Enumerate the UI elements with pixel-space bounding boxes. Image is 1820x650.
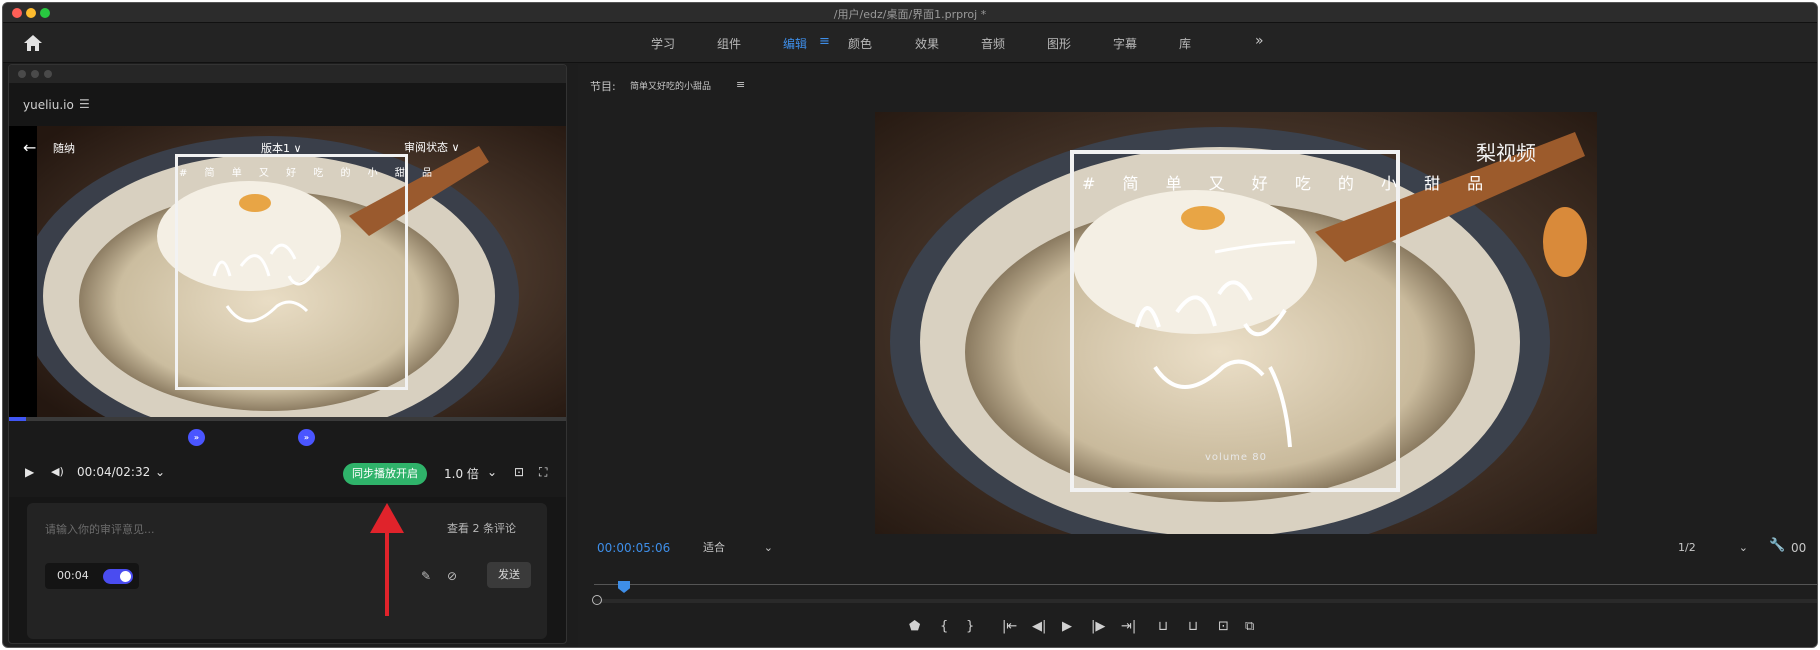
timestamp-toggle[interactable] <box>103 569 133 584</box>
panel-dot[interactable] <box>44 70 52 78</box>
playhead-icon[interactable] <box>618 581 630 593</box>
review-video-player[interactable]: ← 随纳 版本1 ∨ 审阅状态 ∨ # 简 单 又 好 吃 的 小 甜 品 <box>9 126 566 417</box>
player-timecode: 00:04/02:32 <box>77 465 151 479</box>
playback-speed[interactable]: 1.0 倍 <box>444 465 479 482</box>
panel-dot[interactable] <box>31 70 39 78</box>
window-title: /用户/edz/桌面/界面1.prproj * <box>833 8 987 21</box>
play-icon[interactable]: ▶ <box>1062 619 1072 634</box>
sync-playback-button[interactable]: 同步播放开启 <box>343 463 427 485</box>
watermark-logo: 梨视频 <box>1476 141 1536 165</box>
comment-marker[interactable]: » <box>298 429 315 446</box>
review-status-dropdown[interactable]: 审阅状态 ∨ <box>404 139 460 155</box>
workspace-tab-learn[interactable]: 学习 <box>651 35 675 52</box>
zoom-scroll-bar[interactable] <box>594 599 1817 603</box>
comment-marker[interactable]: » <box>188 429 205 446</box>
mark-in-icon[interactable]: { <box>940 619 948 634</box>
attachment-icon[interactable]: ⊘ <box>447 569 457 583</box>
panel-dot[interactable] <box>18 70 26 78</box>
review-panel: yueliu.io ☰ ← 随纳 版本1 ∨ 审阅状态 ∨ # 简 单 又 好 … <box>8 64 567 644</box>
workspace-tab-libraries[interactable]: 库 <box>1179 35 1191 52</box>
workspace-menu-icon[interactable]: ≡ <box>819 34 830 49</box>
program-monitor-title: 节目: <box>590 80 616 93</box>
time-ruler[interactable] <box>594 578 1817 590</box>
video-caption: # 简 单 又 好 吃 的 小 甜 品 <box>1082 174 1495 193</box>
chevron-down-icon[interactable]: ⌄ <box>487 465 497 479</box>
add-marker-icon[interactable]: ⬟ <box>909 619 920 634</box>
zoom-fit-value: 适合 <box>703 541 725 554</box>
step-back-icon[interactable]: ◀| <box>1032 619 1046 634</box>
player-controls: ▶ ◀) 00:04/02:32 ⌄ 同步播放开启 1.0 倍 ⌄ ⊡ ⛶ <box>9 453 566 497</box>
wrench-icon[interactable]: 🔧 <box>1769 538 1785 553</box>
send-button[interactable]: 发送 <box>487 562 531 588</box>
zoom-handle[interactable] <box>592 595 602 605</box>
site-name: yueliu.io <box>23 98 74 112</box>
chevron-down-icon: ⌄ <box>763 541 773 554</box>
resolution-dropdown[interactable]: 1/2 ⌄ <box>1672 538 1754 558</box>
zoom-fit-dropdown[interactable]: 适合 ⌄ <box>697 538 779 558</box>
go-to-in-icon[interactable]: |⇤ <box>1002 619 1017 634</box>
program-video-frame[interactable]: # 简 单 又 好 吃 的 小 甜 品 volume 80 梨视频 <box>875 112 1597 534</box>
play-icon[interactable]: ▶ <box>25 465 34 479</box>
chevron-down-icon: ⌄ <box>1738 541 1748 554</box>
chevron-down-icon[interactable]: ⌄ <box>155 465 165 479</box>
extract-icon[interactable]: ⊔ <box>1188 619 1198 634</box>
workspace-bar: 学习 组件 编辑 ≡ 颜色 效果 音频 图形 字幕 库 » <box>3 23 1817 63</box>
fullscreen-icon[interactable]: ⛶ <box>539 465 547 480</box>
home-icon[interactable] <box>21 32 45 54</box>
duration-timecode: 00 <box>1791 541 1807 555</box>
site-menu-icon[interactable]: ☰ <box>79 97 90 111</box>
volume-icon[interactable]: ◀) <box>51 465 64 478</box>
step-forward-icon[interactable]: |▶ <box>1091 619 1105 634</box>
panel-menu-icon[interactable]: ≡ <box>736 78 745 91</box>
resolution-value: 1/2 <box>1678 541 1696 554</box>
comment-input[interactable]: 请输入你的审评意见... <box>45 521 155 537</box>
go-to-out-icon[interactable]: ⇥| <box>1121 619 1136 634</box>
sequence-name[interactable]: 简单又好吃的小甜品 <box>630 79 711 92</box>
program-monitor: 节目: 简单又好吃的小甜品 ≡ # 简 单 又 好 吃 的 小 甜 品 volu… <box>578 64 1817 647</box>
comment-markers-track: » » <box>9 421 566 453</box>
video-caption: # 简 单 又 好 吃 的 小 甜 品 <box>179 168 439 179</box>
comment-timestamp: 00:04 <box>57 569 89 582</box>
ruler-line <box>594 584 1817 585</box>
fit-screen-icon[interactable]: ⊡ <box>514 465 524 479</box>
comment-time-field: 00:04 <box>45 563 139 589</box>
export-frame-icon[interactable]: ⊡ <box>1218 619 1229 634</box>
lift-icon[interactable]: ⊔ <box>1158 619 1168 634</box>
annotation-arrow <box>385 530 389 616</box>
panel-window-bar <box>9 65 566 83</box>
annotation-arrow-head <box>370 503 404 533</box>
workspace-tab-assembly[interactable]: 组件 <box>717 35 741 52</box>
comment-box: 请输入你的审评意见... 查看 2 条评论 00:04 ✎ ⊘ 发送 <box>27 503 547 639</box>
comparison-view-icon[interactable]: ⧉ <box>1245 619 1254 634</box>
premiere-window: /用户/edz/桌面/界面1.prproj * 学习 组件 编辑 ≡ 颜色 效果… <box>2 2 1818 648</box>
playhead-timecode[interactable]: 00:00:05:06 <box>597 541 670 555</box>
workspace-tab-color[interactable]: 颜色 <box>848 35 872 52</box>
pen-icon[interactable]: ✎ <box>421 569 431 583</box>
workspace-tab-effects[interactable]: 效果 <box>915 35 939 52</box>
mark-out-icon[interactable]: } <box>966 619 974 634</box>
title-frame-overlay <box>175 154 408 390</box>
title-frame-overlay <box>1070 150 1400 492</box>
title-bar: /用户/edz/桌面/界面1.prproj * <box>3 3 1817 23</box>
more-workspaces-icon[interactable]: » <box>1255 33 1264 49</box>
workspace-tab-audio[interactable]: 音频 <box>981 35 1005 52</box>
workspace-tab-editing[interactable]: 编辑 <box>783 35 807 52</box>
view-comments-link[interactable]: 查看 2 条评论 <box>447 520 516 536</box>
back-icon[interactable]: ← <box>23 138 36 157</box>
workspace-tab-graphics[interactable]: 图形 <box>1047 35 1071 52</box>
volume-text: volume 80 <box>1205 452 1267 463</box>
workspace-tab-captions[interactable]: 字幕 <box>1113 35 1137 52</box>
overlay-left-text[interactable]: 随纳 <box>53 140 75 156</box>
